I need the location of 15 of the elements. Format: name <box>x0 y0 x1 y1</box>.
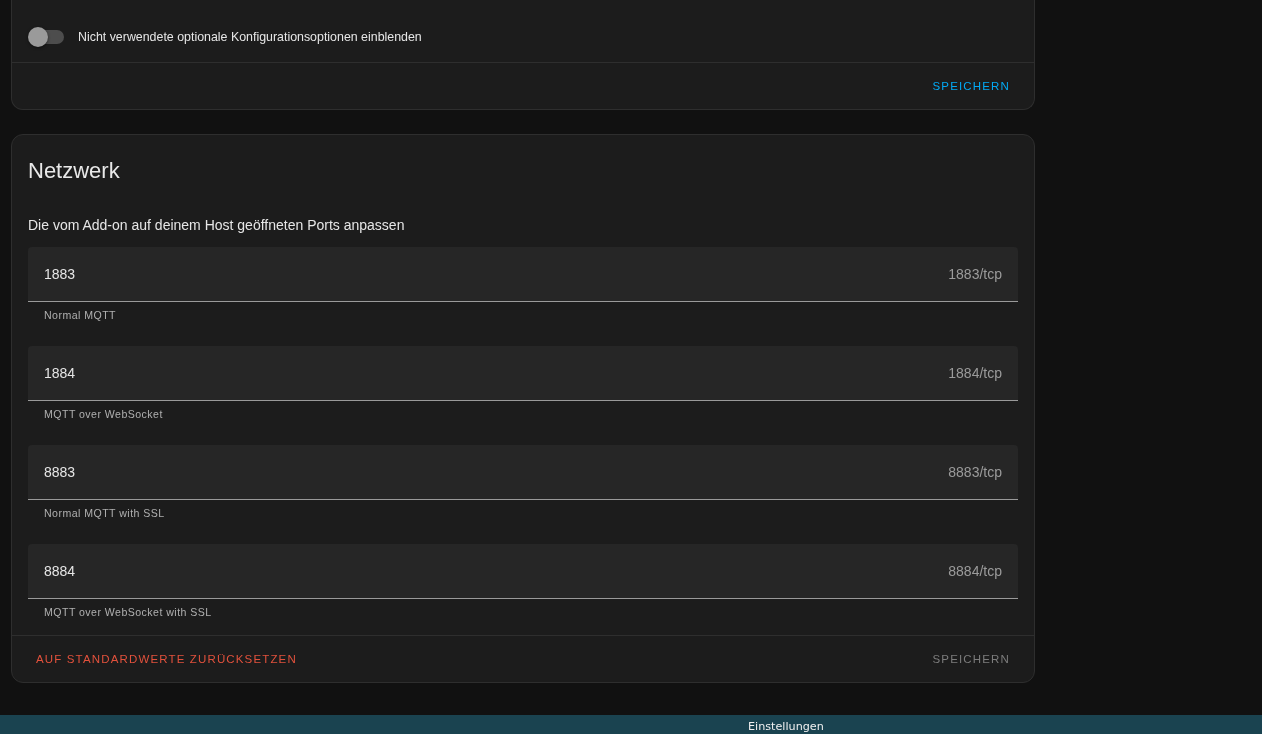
save-button[interactable]: SPEICHERN <box>916 68 1026 104</box>
toggle-label: Nicht verwendete optionale Konfigurationsoptionen einblenden <box>78 30 422 44</box>
port-suffix: 1883/tcp <box>948 265 1002 283</box>
card-title: Netzwerk <box>28 157 120 185</box>
port-suffix: 8883/tcp <box>948 463 1002 481</box>
reset-button[interactable]: AUF STANDARDWERTE ZURÜCKSETZEN <box>20 641 313 677</box>
helper-text: Normal MQTT with SSL <box>44 506 165 520</box>
port-suffix: 8884/tcp <box>948 562 1002 580</box>
desktop-icon-label[interactable]: Einstellungen <box>748 719 824 734</box>
toggle-switch[interactable] <box>28 27 64 47</box>
port-suffix: 1884/tcp <box>948 364 1002 382</box>
card-description: Die vom Add-on auf deinem Host geöffneten Ports anpassen <box>28 216 405 235</box>
helper-text: Normal MQTT <box>44 308 117 322</box>
helper-text: MQTT over WebSocket <box>44 407 163 421</box>
helper-text: MQTT over WebSocket with SSL <box>44 605 212 619</box>
